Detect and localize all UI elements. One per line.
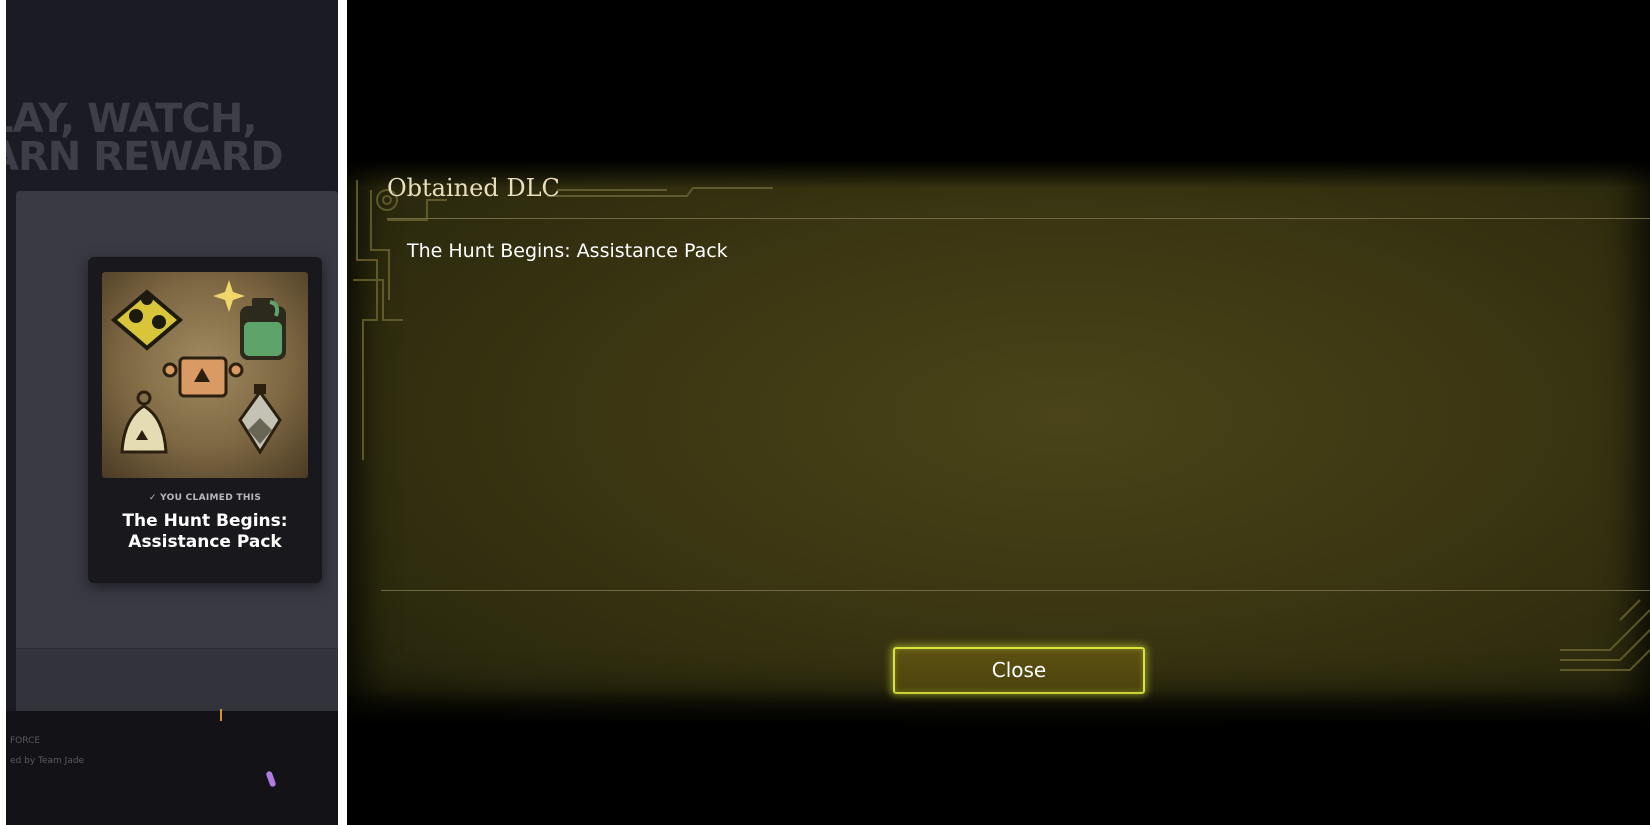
potion-icon [240,298,286,360]
pouch-icon [120,390,168,454]
close-button[interactable]: Close [893,647,1145,694]
decorative-fleck [220,709,222,721]
background-banner-text: LAY, WATCH, ARN REWARD [6,96,284,180]
assistance-pack-art [102,272,308,478]
mega-nutrient-icon [110,289,184,351]
rewards-screen: LAY, WATCH, ARN REWARD ✓ YOU CLAIMED THI… [6,0,338,825]
game-dlc-screen: Obtained DLC The Hunt Begins: Assistance… [347,0,1650,825]
trap-tool-icon [162,356,244,398]
dialog-title: Obtained DLC [387,174,560,202]
footer-divider [381,590,1650,591]
reward-card[interactable]: ✓ YOU CLAIMED THIS The Hunt Begins: Assi… [88,257,322,583]
header-divider [387,218,1650,219]
reward-title: The Hunt Begins: Assistance Pack [122,511,288,552]
heading-ornament-icon [547,187,773,197]
claimed-status: ✓ YOU CLAIMED THIS [148,493,262,503]
modal-footer [16,648,338,711]
footer-credit: ed by Team Jade [10,756,85,766]
background-video-area [6,711,338,825]
footer-label: FORCE [10,736,41,746]
reward-modal: ✓ YOU CLAIMED THIS The Hunt Begins: Assi… [16,191,338,711]
ornament-left-icon [353,180,447,460]
obtained-dlc-dialog: Obtained DLC The Hunt Begins: Assistance… [347,160,1650,730]
ornament-right-icon [1560,599,1650,671]
sparkle-icon [213,280,245,312]
flask-icon [238,384,282,455]
dlc-list-item: The Hunt Begins: Assistance Pack [407,240,728,262]
